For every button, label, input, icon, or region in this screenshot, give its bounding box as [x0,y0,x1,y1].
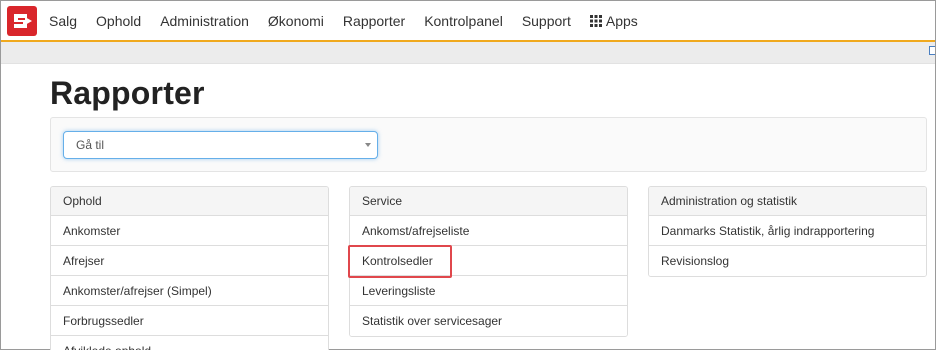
top-navbar: Salg Ophold Administration Økonomi Rappo… [1,1,935,42]
nav-item-administration[interactable]: Administration [160,13,249,29]
panel-administration-statistik: Administration og statistik Danmarks Sta… [648,186,927,277]
report-link-kontrolsedler[interactable]: Kontrolsedler [350,246,627,276]
report-link[interactable]: Afrejser [51,246,328,276]
nav-item-ophold[interactable]: Ophold [96,13,141,29]
nav-item-label: Kontrolpanel [424,12,503,29]
report-link[interactable]: Revisionslog [649,246,926,276]
nav-item-okonomi[interactable]: Økonomi [268,13,324,29]
nav-item-label: Salg [49,12,78,29]
goto-placeholder: Gå til [76,138,105,152]
nav-item-label: Ophold [96,12,142,29]
nav-item-label: Rapporter [342,12,406,29]
panel-ophold: Ophold Ankomster Afrejser Ankomster/afre… [50,186,329,350]
nav-item-label: Apps [605,12,638,29]
report-link[interactable]: Leveringsliste [350,276,627,306]
report-link[interactable]: Ankomster [51,216,328,246]
sub-toolbar [1,42,935,64]
panel-heading: Administration og statistik [649,187,926,216]
nav-item-label: Support [521,12,571,29]
page-title: Rapporter [50,75,205,111]
nav-item-rapporter[interactable]: Rapporter [343,13,405,29]
caret-down-icon [365,143,371,147]
goto-select[interactable]: Gå til [63,131,378,159]
main-nav: Salg Ophold Administration Økonomi Rappo… [49,1,657,40]
panel-service: Service Ankomst/afrejseliste Kontrolsedl… [349,186,628,337]
nav-item-label: Administration [160,12,249,29]
goto-well: Gå til [50,117,927,172]
nav-item-salg[interactable]: Salg [49,13,77,29]
report-link[interactable]: Statistik over servicesager [350,306,627,336]
report-link[interactable]: Ankomster/afrejser (Simpel) [51,276,328,306]
report-link[interactable]: Ankomst/afrejseliste [350,216,627,246]
panel-heading: Service [350,187,627,216]
nav-item-apps[interactable]: Apps [589,12,638,29]
logo-icon[interactable] [7,6,37,36]
report-link[interactable]: Forbrugssedler [51,306,328,336]
panel-heading: Ophold [51,187,328,216]
report-link[interactable]: Danmarks Statistik, årlig indrapporterin… [649,216,926,246]
nav-item-kontrolpanel[interactable]: Kontrolpanel [424,13,503,29]
nav-item-support[interactable]: Support [522,13,571,29]
report-link[interactable]: Afviklede ophold [51,336,328,350]
grid-icon [589,14,602,27]
nav-item-label: Økonomi [267,12,324,29]
side-tab-marker[interactable] [929,46,935,55]
